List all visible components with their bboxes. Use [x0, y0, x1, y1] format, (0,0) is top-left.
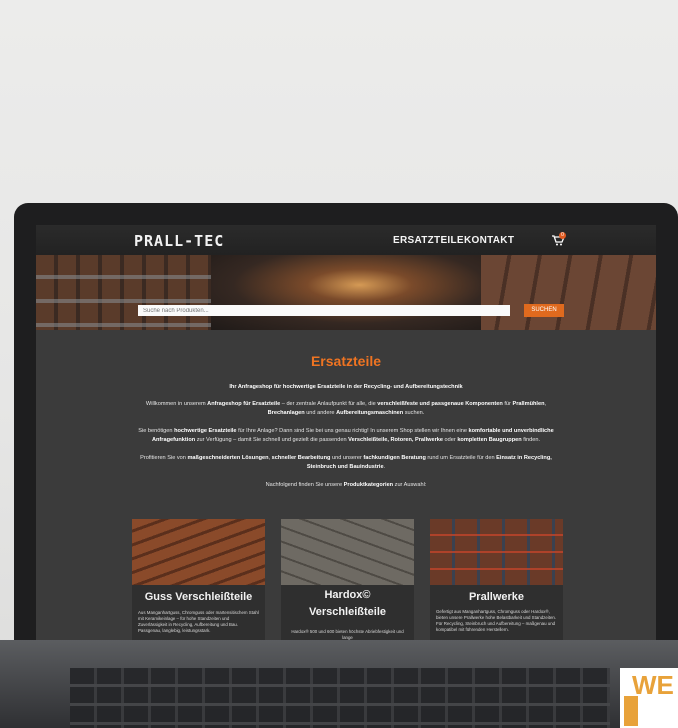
offer-paragraph: Sie benötigen hochwertige Ersatzteile fü… [116, 427, 576, 444]
text: Anfrageshop für Ersatzteile [207, 401, 281, 407]
text: Prallmühlen [512, 401, 545, 407]
text: Einsatz in Recycling, [496, 455, 552, 461]
nav-kontakt[interactable]: KONTAKT [464, 235, 514, 246]
category-description: Aus Manganhartguss, Chromguss oder marte… [138, 610, 259, 633]
text: maßgeschneiderten Lösungen [187, 455, 269, 461]
text: rund um Ersatzteile für den [425, 455, 497, 461]
text: Sie benötigen [138, 428, 175, 434]
text: Produktkategorien [343, 482, 394, 488]
category-image[interactable] [132, 519, 265, 585]
page-title: Ersatzteile [310, 353, 382, 369]
text: kompletten Baugruppen [457, 436, 522, 443]
text: – der zentrale Anlaufpunkt für alle, die [280, 401, 378, 407]
text: Profitieren Sie von [140, 455, 188, 461]
text: zur Auswahl: [393, 482, 427, 488]
site-logo[interactable]: PRALL-TEC [134, 232, 224, 250]
text: und andere [304, 409, 337, 416]
benefits-paragraph: Profitieren Sie von maßgeschneiderten Lö… [116, 454, 576, 471]
category-description: Hardox® 500 und 600 bieten höchste Abrie… [291, 629, 404, 640]
category-card-guss[interactable]: Guss Verschleißteile Aus Manganhartguss,… [132, 519, 265, 640]
text: Nachfolgend finden Sie unsere [265, 482, 344, 488]
text: komfortable und unverbindliche [468, 428, 554, 434]
category-title[interactable]: Prallwerke [430, 591, 563, 603]
welcome-paragraph: Willkommen in unserem Anfrageshop für Er… [116, 400, 576, 417]
text: suchen. [403, 409, 425, 416]
category-card-hardox[interactable]: Hardox© Verschleißteile Hardox® 500 und … [281, 519, 414, 640]
text: und unserer [330, 455, 364, 461]
watermark-text: WE [632, 670, 674, 700]
text: Steinbruch und Bauindustrie [306, 463, 384, 470]
hero-image-center [211, 255, 481, 330]
text: Brechanlagen [267, 409, 305, 416]
nav-ersatzteile[interactable]: ERSATZTEILE [393, 235, 464, 246]
text: , [544, 401, 547, 407]
category-image[interactable] [281, 519, 414, 585]
text: für Ihre Anlage? Dann sind Sie bei uns g… [236, 428, 469, 434]
text: zur Verfügung – damit Sie schnell und ge… [195, 436, 349, 443]
text: schneller Bearbeitung [271, 455, 331, 461]
text: hochwertige Ersatzteile [174, 428, 237, 434]
text: fachkundigen Beratung [363, 455, 426, 461]
corner-watermark: WE [620, 668, 678, 728]
product-search-input[interactable] [138, 305, 510, 316]
category-card-prallwerke[interactable]: Prallwerke Gefertigt aus Manganhartguss,… [430, 519, 563, 640]
search-button[interactable]: SUCHEN [524, 304, 564, 317]
text: finden. [521, 436, 541, 443]
category-image[interactable] [430, 519, 563, 585]
intro-headline: Ihr Anfrageshop für hochwertige Ersatzte… [229, 384, 463, 390]
category-title[interactable]: Hardox© Verschleißteile [281, 587, 414, 621]
site-header: PRALL-TEC ERSATZTEILE KONTAKT 0 [36, 225, 656, 255]
categories-intro: Nachfolgend finden Sie unsere Produktkat… [116, 481, 576, 490]
category-description: Gefertigt aus Manganhartguss, Chromguss … [436, 609, 557, 632]
category-title[interactable]: Guss Verschleißteile [132, 591, 265, 603]
laptop-keyboard [70, 668, 610, 728]
hero-banner: SUCHE N [36, 255, 656, 330]
hero-image-right [481, 255, 656, 330]
text: Aufbereitungsmaschinen [336, 409, 404, 416]
hero-image-left [36, 255, 211, 330]
intro-text: Ihr Anfrageshop für hochwertige Ersatzte… [116, 383, 576, 392]
text: verschleißfeste und passgenaue Komponent… [377, 401, 503, 407]
laptop-screen: PRALL-TEC ERSATZTEILE KONTAKT 0 SUCHEN E… [36, 225, 656, 640]
text: Willkommen in unserem [145, 401, 208, 407]
text: Anfragefunktion [151, 436, 196, 443]
cart-count-badge: 0 [559, 232, 566, 239]
text: Verschleißteile, Rotoren, Prallwerke [348, 436, 443, 443]
text: oder [443, 436, 458, 443]
text: . [383, 463, 386, 470]
